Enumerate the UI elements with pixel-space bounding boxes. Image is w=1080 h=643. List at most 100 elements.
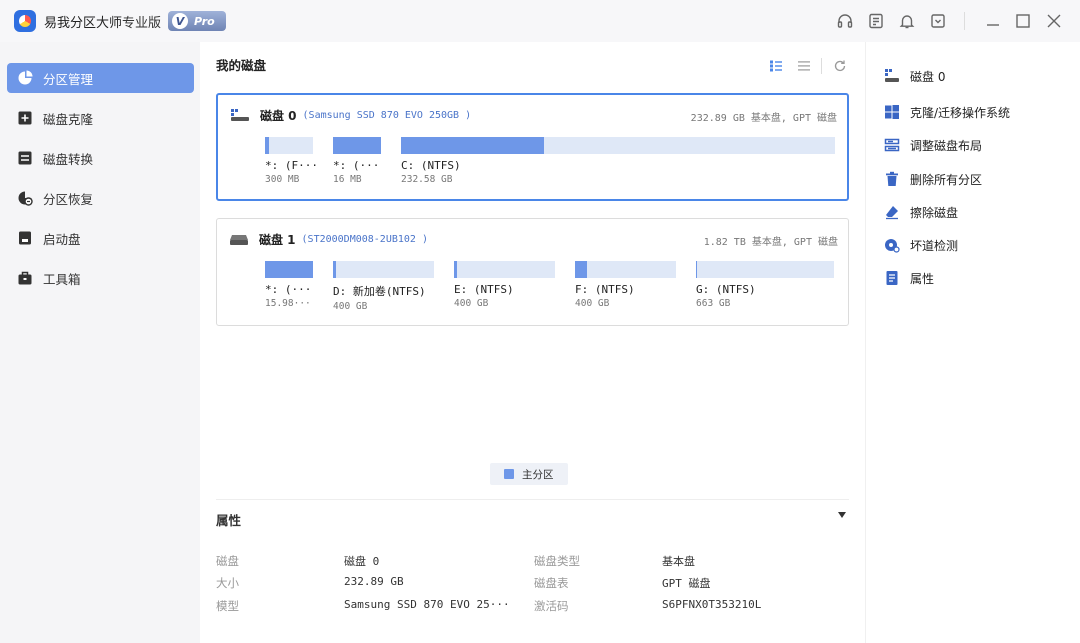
view-divider (821, 58, 822, 74)
main-panel: 我的磁盘 磁盘 0 (Samsung SSD 870 EVO 250GB ) 2… (200, 42, 865, 643)
partition-usage-fill (265, 261, 313, 278)
op-label: 调整磁盘布局 (910, 138, 983, 153)
pro-badge-text: Pro (194, 14, 215, 28)
grid-view-icon[interactable] (769, 59, 783, 73)
sidebar-item-partition-recovery[interactable]: 分区恢复 (7, 183, 194, 213)
partition-usage-fill (333, 261, 337, 278)
prop-key: 磁盘表 (534, 576, 569, 590)
op-disk-0: 磁盘 0 (884, 67, 945, 85)
disk-model: (ST2000DM008-2UB102 ) (301, 233, 428, 245)
partition-0-1[interactable]: *: (··· 16 MB (333, 137, 381, 185)
pro-badge-v: V (172, 13, 188, 29)
op-label: 磁盘 0 (910, 69, 946, 84)
disk-name: 磁盘 1 (259, 232, 296, 247)
sidebar-item-partition-manage[interactable]: 分区管理 (7, 63, 194, 93)
prop-key: 模型 (216, 599, 239, 613)
app-logo-icon (14, 10, 36, 32)
partition-usage-fill (401, 137, 545, 154)
partition-size: 15.98··· (265, 298, 311, 309)
op-label: 删除所有分区 (910, 172, 983, 187)
disk-summary: 1.82 TB 基本盘, GPT 磁盘 (703, 237, 838, 248)
partition-1-2[interactable]: E: (NTFS) 400 GB (454, 261, 555, 309)
caret-down-icon[interactable] (838, 512, 846, 518)
partition-label: G: (NTFS) (696, 283, 756, 296)
op-delete-all-partitions[interactable]: 删除所有分区 (884, 170, 982, 188)
partition-label: *: (··· (265, 283, 312, 296)
partition-usage-fill (333, 137, 381, 154)
bad-sector-icon (885, 239, 900, 253)
bell-icon[interactable] (898, 12, 916, 30)
eraser-icon (886, 206, 898, 220)
op-clone-migrate-os[interactable]: 克隆/迁移操作系统 (884, 103, 1010, 121)
disk-summary: 232.89 GB 基本盘, GPT 磁盘 (690, 113, 837, 124)
sidebar-item-label: 启动盘 (43, 231, 81, 247)
partition-0-0[interactable]: *: (F··· 300 MB (265, 137, 318, 185)
headset-icon[interactable] (836, 12, 854, 30)
pro-badge[interactable]: V Pro (168, 11, 226, 31)
prop-key: 大小 (216, 576, 239, 590)
partition-label: E: (NTFS) (454, 283, 514, 296)
partition-1-4[interactable]: G: (NTFS) 663 GB (696, 261, 834, 309)
partition-bar (696, 261, 834, 278)
prop-key: 激活码 (534, 599, 569, 613)
op-properties[interactable]: 属性 (884, 269, 934, 287)
partition-size: 232.58 GB (401, 174, 453, 185)
app-title: 易我分区大师 (44, 16, 123, 31)
sidebar-item-label: 磁盘克隆 (43, 111, 94, 127)
close-icon[interactable] (1045, 12, 1063, 30)
minimize-icon[interactable] (984, 12, 1002, 30)
prop-value: 232.89 GB (344, 575, 404, 588)
partition-label: *: (F··· (265, 159, 318, 172)
sidebar-item-disk-convert[interactable]: 磁盘转换 (7, 143, 194, 173)
feedback-icon[interactable] (867, 12, 885, 30)
pie-chart-icon (18, 70, 33, 85)
op-label: 坏道检测 (910, 238, 959, 253)
toolbox-icon (18, 271, 32, 285)
partition-bar (454, 261, 555, 278)
page-title: 我的磁盘 (216, 58, 267, 73)
ssd-disk-icon (231, 109, 249, 121)
partition-recovery-icon (18, 191, 33, 206)
partition-size: 663 GB (696, 298, 731, 309)
list-view-icon[interactable] (797, 59, 811, 73)
maximize-icon[interactable] (1014, 12, 1032, 30)
trash-icon (886, 171, 898, 186)
refresh-icon[interactable] (833, 59, 847, 73)
prop-value: Samsung SSD 870 EVO 25··· (344, 598, 510, 611)
titlebar-divider (964, 12, 965, 30)
op-bad-sector-check[interactable]: 坏道检测 (884, 236, 958, 254)
partition-label: C: (NTFS) (401, 159, 461, 172)
partition-1-1[interactable]: D: 新加卷(NTFS) 400 GB (333, 261, 434, 312)
properties-divider (216, 499, 849, 500)
op-wipe-disk[interactable]: 擦除磁盘 (884, 203, 958, 221)
legend-swatch (504, 469, 514, 479)
op-adjust-disk-layout[interactable]: 调整磁盘布局 (884, 136, 982, 154)
sidebar-item-boot-disk[interactable]: 启动盘 (7, 223, 194, 253)
disk-card-1[interactable]: 磁盘 1 (ST2000DM008-2UB102 ) 1.82 TB 基本盘, … (216, 218, 849, 326)
title-bar: 易我分区大师 专业版 V Pro (0, 0, 1080, 42)
sidebar-item-label: 工具箱 (43, 271, 81, 287)
operations-panel: 磁盘 0 克隆/迁移操作系统 调整磁盘布局 删除所有分区 擦除磁盘 坏道检测 属… (865, 42, 1080, 643)
legend-label: 主分区 (522, 468, 554, 481)
disk-header: 磁盘 0 (Samsung SSD 870 EVO 250GB ) (230, 107, 471, 123)
properties-icon (886, 271, 898, 285)
partition-label: *: (··· (333, 159, 380, 172)
prop-key: 磁盘类型 (534, 554, 580, 568)
properties-title: 属性 (216, 513, 242, 528)
op-label: 属性 (910, 271, 935, 286)
partition-usage-fill (575, 261, 588, 278)
partition-1-3[interactable]: F: (NTFS) 400 GB (575, 261, 676, 309)
partition-usage-fill (696, 261, 698, 278)
prop-value: GPT 磁盘 (662, 577, 711, 590)
menu-dropdown-icon[interactable] (929, 12, 947, 30)
disk-card-0[interactable]: 磁盘 0 (Samsung SSD 870 EVO 250GB ) 232.89… (216, 93, 849, 201)
partition-1-0[interactable]: *: (··· 15.98··· (265, 261, 313, 309)
partition-0-2[interactable]: C: (NTFS) 232.58 GB (401, 137, 835, 185)
sidebar-item-disk-clone[interactable]: 磁盘克隆 (7, 103, 194, 133)
partition-bar (401, 137, 835, 154)
prop-key: 磁盘 (216, 554, 239, 568)
disk-name: 磁盘 0 (260, 108, 297, 123)
partition-label: D: 新加卷(NTFS) (333, 285, 426, 298)
disk-convert-icon (18, 151, 32, 165)
sidebar-item-toolbox[interactable]: 工具箱 (7, 263, 194, 293)
